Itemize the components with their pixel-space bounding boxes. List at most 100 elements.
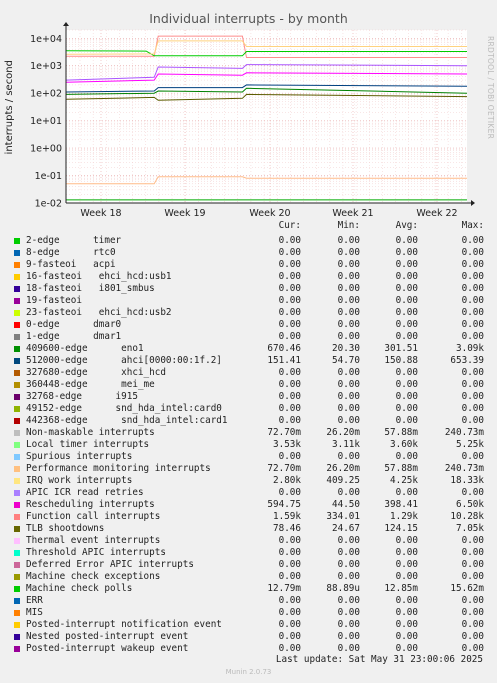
legend-swatch: [14, 334, 20, 340]
legend-header-cur: Cur:: [278, 220, 301, 231]
legend-swatch: [14, 610, 20, 616]
y-tick-label: 1e+04: [30, 34, 62, 45]
legend-value-avg: 57.88m: [384, 463, 418, 474]
legend-value-max: 18.33k: [450, 475, 484, 486]
legend-row: Deferred Error APIC interrupts 0.00 0.00 0.…: [0, 559, 497, 571]
legend-row: MIS 0.00 0.00 0.00 0.00: [0, 607, 497, 619]
legend-value-avg: 57.88m: [384, 427, 418, 438]
legend-value-cur: 72.70m: [267, 427, 301, 438]
legend-value-min: 24.67: [332, 523, 360, 534]
legend-row: APIC ICR read retries 0.00 0.00 0.00 0.00: [0, 487, 497, 499]
legend-value-avg: 0.00: [395, 331, 418, 342]
legend-value-cur: 0.00: [278, 571, 301, 582]
legend-row: 512000-edge ahci[0000:00:1f.2] 151.41 54.7…: [0, 355, 497, 367]
legend-value-max: 0.00: [461, 283, 484, 294]
legend-series-name: APIC ICR read retries: [26, 487, 144, 498]
legend-series-name: 16-fasteoi ehci_hcd:usb1: [26, 271, 172, 282]
legend-value-cur: 0.00: [278, 547, 301, 558]
legend-value-cur: 670.46: [267, 343, 301, 354]
legend-value-min: 0.00: [337, 571, 360, 582]
legend-value-cur: 0.00: [278, 391, 301, 402]
legend-value-avg: 0.00: [395, 271, 418, 282]
last-update: Last update: Sat May 31 23:00:06 2025: [275, 654, 483, 665]
legend-value-avg: 0.00: [395, 295, 418, 306]
legend-row: 32768-edge i915 0.00 0.00 0.00 0.00: [0, 391, 497, 403]
legend-value-avg: 1.29k: [390, 511, 418, 522]
legend-value-avg: 398.41: [384, 499, 418, 510]
legend-value-avg: 0.00: [395, 487, 418, 498]
legend-series-name: Local timer interrupts: [26, 439, 150, 450]
legend-value-avg: 3.60k: [390, 439, 418, 450]
legend-value-cur: 0.00: [278, 451, 301, 462]
legend-value-cur: 0.00: [278, 271, 301, 282]
legend-series-name: IRQ work interrupts: [26, 475, 133, 486]
legend-value-min: 0.00: [337, 391, 360, 402]
legend-value-max: 0.00: [461, 331, 484, 342]
legend-series-name: 19-fasteoi: [26, 295, 82, 306]
legend-value-avg: 0.00: [395, 367, 418, 378]
legend-series-name: 327680-edge xhci_hcd: [26, 367, 166, 378]
legend-swatch: [14, 310, 20, 316]
legend-value-cur: 0.00: [278, 331, 301, 342]
legend-value-min: 0.00: [337, 619, 360, 630]
legend-value-max: 240.73m: [444, 427, 484, 438]
legend-series-name: Deferred Error APIC interrupts: [26, 559, 194, 570]
legend-value-max: 0.00: [461, 595, 484, 606]
legend-value-avg: 0.00: [395, 259, 418, 270]
legend-series-name: TLB shootdowns: [26, 523, 105, 534]
legend-value-max: 0.00: [461, 619, 484, 630]
legend-row: Non-maskable interrupts 72.70m 26.20m 57.88…: [0, 427, 497, 439]
legend-value-cur: 12.79m: [267, 583, 301, 594]
legend-value-avg: 0.00: [395, 451, 418, 462]
y-tick-label: 1e+00: [30, 144, 62, 155]
legend-series-name: 2-edge timer: [26, 235, 122, 246]
legend-value-max: 0.00: [461, 247, 484, 258]
legend-value-min: 0.00: [337, 607, 360, 618]
legend-value-cur: 0.00: [278, 367, 301, 378]
legend-swatch: [14, 466, 20, 472]
legend-value-min: 0.00: [337, 319, 360, 330]
legend-swatch: [14, 634, 20, 640]
legend-value-min: 0.00: [337, 403, 360, 414]
legend-header-avg: Avg:: [395, 220, 418, 231]
legend-value-cur: 0.00: [278, 235, 301, 246]
legend-row: Rescheduling interrupts 594.75 44.50 398.41…: [0, 499, 497, 511]
legend-value-cur: 0.00: [278, 295, 301, 306]
legend-swatch: [14, 406, 20, 412]
legend-value-cur: 0.00: [278, 487, 301, 498]
legend-value-min: 0.00: [337, 487, 360, 498]
legend-swatch: [14, 490, 20, 496]
legend-value-cur: 0.00: [278, 631, 301, 642]
legend-series-name: 8-edge rtc0: [26, 247, 116, 258]
legend-swatch: [14, 262, 20, 268]
legend-value-max: 0.00: [461, 403, 484, 414]
y-tick-label: 1e+02: [30, 89, 62, 100]
legend-value-min: 0.00: [337, 247, 360, 258]
legend-row: 8-edge rtc0 0.00 0.00 0.00 0.00: [0, 247, 497, 259]
legend-value-avg: 4.25k: [390, 475, 418, 486]
legend-value-max: 0.00: [461, 259, 484, 270]
legend-series-name: Thermal event interrupts: [26, 535, 161, 546]
legend-value-max: 0.00: [461, 271, 484, 282]
legend-value-min: 3.11k: [332, 439, 360, 450]
legend-row: Spurious interrupts 0.00 0.00 0.00 0.00: [0, 451, 497, 463]
legend-swatch: [14, 442, 20, 448]
y-tick-label: 1e-02: [35, 199, 62, 210]
legend-value-cur: 0.00: [278, 415, 301, 426]
legend-row: 19-fasteoi 0.00 0.00 0.00 0.00: [0, 295, 497, 307]
legend-series-name: 1-edge dmar1: [26, 331, 122, 342]
legend-value-min: 54.70: [332, 355, 360, 366]
legend-value-max: 240.73m: [444, 463, 484, 474]
legend-value-min: 0.00: [337, 235, 360, 246]
legend-value-avg: 0.00: [395, 547, 418, 558]
legend-row: 327680-edge xhci_hcd 0.00 0.00 0.00 0.00: [0, 367, 497, 379]
legend-value-avg: 0.00: [395, 403, 418, 414]
legend-swatch: [14, 286, 20, 292]
legend-row: Thermal event interrupts 0.00 0.00 0.00 0.00: [0, 535, 497, 547]
legend-value-avg: 0.00: [395, 619, 418, 630]
legend-series-name: 360448-edge mei_me: [26, 379, 155, 390]
legend-header-min: Min:: [337, 220, 360, 231]
legend-value-cur: 0.00: [278, 595, 301, 606]
legend-value-avg: 0.00: [395, 235, 418, 246]
legend-value-avg: 0.00: [395, 391, 418, 402]
